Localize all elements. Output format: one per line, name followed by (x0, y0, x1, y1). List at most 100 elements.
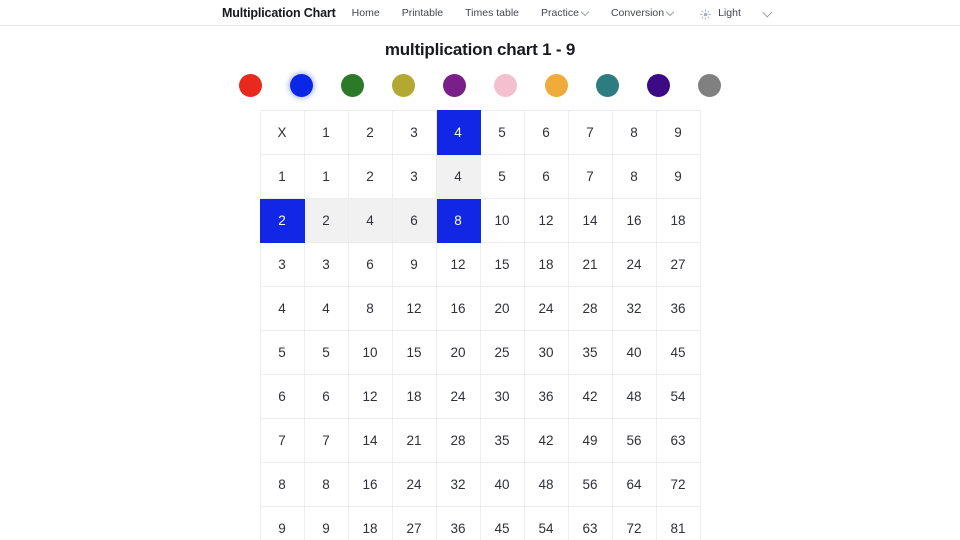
table-cell[interactable]: 7 (567, 154, 613, 199)
table-cell[interactable]: 8 (435, 198, 481, 243)
table-cell[interactable]: 63 (655, 418, 701, 463)
table-cell[interactable]: 32 (611, 286, 657, 331)
nav-link-times-table[interactable]: Times table (465, 7, 519, 19)
table-row-header-cell[interactable]: 4 (259, 286, 305, 331)
table-cell[interactable]: 20 (435, 330, 481, 375)
table-cell[interactable]: 72 (655, 462, 701, 507)
table-cell[interactable]: 9 (303, 506, 349, 540)
table-cell[interactable]: 6 (347, 242, 393, 287)
table-cell[interactable]: 1 (303, 154, 349, 199)
table-cell[interactable]: 49 (567, 418, 613, 463)
table-cell[interactable]: 40 (479, 462, 525, 507)
table-cell[interactable]: 45 (655, 330, 701, 375)
table-cell[interactable]: 16 (435, 286, 481, 331)
table-cell[interactable]: 14 (347, 418, 393, 463)
table-header-cell[interactable]: 3 (391, 110, 437, 155)
table-cell[interactable]: 3 (303, 242, 349, 287)
table-cell[interactable]: 54 (523, 506, 569, 540)
table-cell[interactable]: 6 (391, 198, 437, 243)
table-row-header-cell[interactable]: 8 (259, 462, 305, 507)
swatch-teal[interactable] (596, 74, 619, 97)
swatch-red[interactable] (239, 74, 262, 97)
table-cell[interactable]: 24 (611, 242, 657, 287)
swatch-purple[interactable] (443, 74, 466, 97)
table-cell[interactable]: 3 (391, 154, 437, 199)
table-cell[interactable]: 12 (435, 242, 481, 287)
table-cell[interactable]: 54 (655, 374, 701, 419)
nav-link-printable[interactable]: Printable (402, 7, 443, 19)
table-cell[interactable]: 56 (567, 462, 613, 507)
swatch-pink[interactable] (494, 74, 517, 97)
table-header-cell[interactable]: 4 (435, 110, 481, 155)
table-row-header-cell[interactable]: 6 (259, 374, 305, 419)
table-cell[interactable]: 8 (303, 462, 349, 507)
table-cell[interactable]: 20 (479, 286, 525, 331)
table-cell[interactable]: 42 (567, 374, 613, 419)
table-cell[interactable]: 18 (655, 198, 701, 243)
table-cell[interactable]: 32 (435, 462, 481, 507)
table-cell[interactable]: 10 (347, 330, 393, 375)
table-cell[interactable]: 81 (655, 506, 701, 540)
nav-link-conversion[interactable]: Conversion (611, 7, 674, 19)
table-row-header-cell[interactable]: 2 (259, 198, 305, 243)
table-cell[interactable]: 56 (611, 418, 657, 463)
table-cell[interactable]: 27 (391, 506, 437, 540)
theme-switcher[interactable]: Light (700, 7, 772, 20)
table-cell[interactable]: 18 (391, 374, 437, 419)
table-cell[interactable]: 40 (611, 330, 657, 375)
table-cell[interactable]: 9 (655, 154, 701, 199)
table-cell[interactable]: 27 (655, 242, 701, 287)
table-cell[interactable]: 36 (435, 506, 481, 540)
table-cell[interactable]: 12 (523, 198, 569, 243)
table-cell[interactable]: 4 (303, 286, 349, 331)
table-cell[interactable]: 45 (479, 506, 525, 540)
table-cell[interactable]: 36 (655, 286, 701, 331)
table-cell[interactable]: 6 (523, 154, 569, 199)
table-cell[interactable]: 15 (391, 330, 437, 375)
table-cell[interactable]: 64 (611, 462, 657, 507)
table-cell[interactable]: 8 (347, 286, 393, 331)
table-cell[interactable]: 48 (523, 462, 569, 507)
table-cell[interactable]: 18 (347, 506, 393, 540)
table-cell[interactable]: 18 (523, 242, 569, 287)
table-cell[interactable]: 24 (523, 286, 569, 331)
table-cell[interactable]: 12 (347, 374, 393, 419)
chevron-down-icon[interactable] (764, 9, 772, 17)
table-cell[interactable]: 7 (303, 418, 349, 463)
table-cell[interactable]: 2 (303, 198, 349, 243)
table-cell[interactable]: 14 (567, 198, 613, 243)
table-header-cell[interactable]: 1 (303, 110, 349, 155)
table-header-cell[interactable]: 8 (611, 110, 657, 155)
table-cell[interactable]: 42 (523, 418, 569, 463)
table-cell[interactable]: 6 (303, 374, 349, 419)
table-cell[interactable]: 8 (611, 154, 657, 199)
swatch-gray[interactable] (698, 74, 721, 97)
table-cell[interactable]: 16 (347, 462, 393, 507)
table-cell[interactable]: 2 (347, 154, 393, 199)
table-cell[interactable]: 36 (523, 374, 569, 419)
table-cell[interactable]: 16 (611, 198, 657, 243)
table-header-cell[interactable]: 6 (523, 110, 569, 155)
table-cell[interactable]: 48 (611, 374, 657, 419)
table-row-header-cell[interactable]: 7 (259, 418, 305, 463)
table-row-header-cell[interactable]: 1 (259, 154, 305, 199)
table-header-cell[interactable]: 9 (655, 110, 701, 155)
nav-link-home[interactable]: Home (352, 7, 380, 19)
table-cell[interactable]: 30 (523, 330, 569, 375)
table-cell[interactable]: 35 (567, 330, 613, 375)
table-row-header-cell[interactable]: 3 (259, 242, 305, 287)
nav-link-practice[interactable]: Practice (541, 7, 589, 19)
table-row-header-cell[interactable]: 9 (259, 506, 305, 540)
table-cell[interactable]: 24 (435, 374, 481, 419)
table-cell[interactable]: 24 (391, 462, 437, 507)
table-header-cell[interactable]: 7 (567, 110, 613, 155)
table-cell[interactable]: 5 (303, 330, 349, 375)
table-cell[interactable]: 5 (479, 154, 525, 199)
swatch-blue[interactable] (290, 74, 313, 97)
swatch-green[interactable] (341, 74, 364, 97)
swatch-indigo[interactable] (647, 74, 670, 97)
swatch-orange[interactable] (545, 74, 568, 97)
table-row-header-cell[interactable]: 5 (259, 330, 305, 375)
table-cell[interactable]: 72 (611, 506, 657, 540)
table-corner-cell[interactable]: X (259, 110, 305, 155)
